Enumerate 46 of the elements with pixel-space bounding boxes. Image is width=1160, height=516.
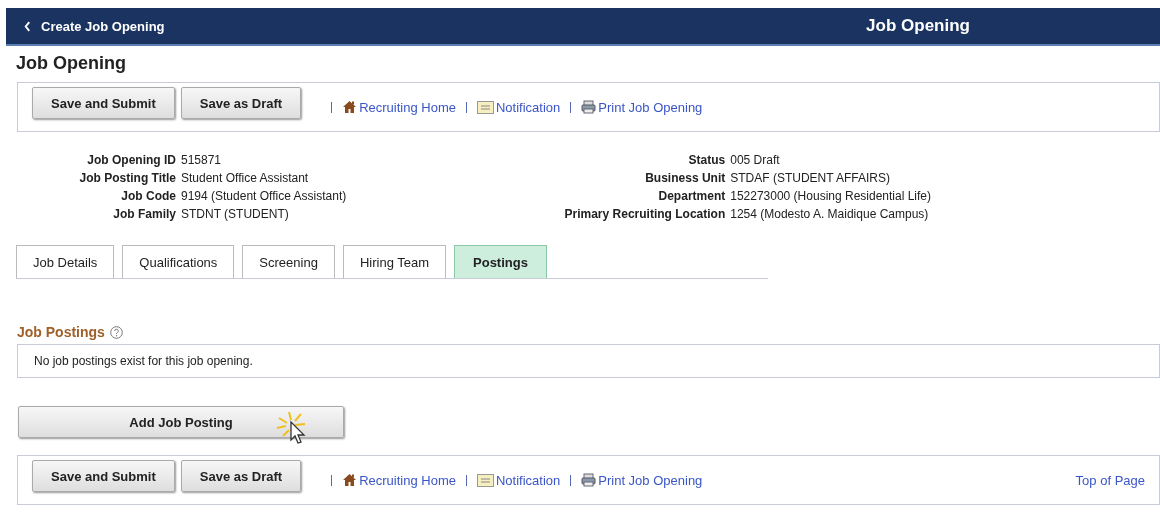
- home-link[interactable]: Recruiting Home: [342, 99, 456, 115]
- save-button[interactable]: Save as Draft: [180, 460, 302, 492]
- field-value: STDNT (STUDENT): [181, 206, 290, 222]
- field-value: 515871: [181, 152, 223, 168]
- save-button[interactable]: Save as Draft: [180, 87, 302, 119]
- section-title: Job Postings: [17, 324, 105, 340]
- tab[interactable]: Hiring Team: [342, 245, 447, 278]
- printer-icon: [581, 473, 597, 487]
- house-icon: [342, 473, 358, 487]
- tab[interactable]: Qualifications: [122, 245, 235, 278]
- field-value: 1254 (Modesto A. Maidique Campus): [730, 206, 930, 222]
- field-label: Primary Recruiting Location: [563, 206, 726, 222]
- print-link[interactable]: Print Job Opening: [581, 472, 703, 488]
- tab[interactable]: Screening: [242, 245, 335, 278]
- header-title: Job Opening: [866, 16, 970, 36]
- notification-link[interactable]: Notification: [476, 99, 561, 115]
- empty-message: No job postings exist for this job opening.: [17, 344, 1160, 378]
- house-icon: [342, 100, 358, 114]
- field-value: 9194 (Student Office Assistant): [181, 188, 347, 204]
- chevron-left-icon: [24, 20, 31, 32]
- field-value: 005 Draft: [730, 152, 781, 168]
- note-icon: [476, 473, 494, 487]
- add-job-posting-button[interactable]: Add Job Posting: [18, 406, 344, 438]
- tab[interactable]: Postings: [454, 245, 547, 278]
- home-link[interactable]: Recruiting Home: [342, 472, 456, 488]
- save-button[interactable]: Save and Submit: [32, 460, 175, 492]
- top-of-page-link[interactable]: Top of Page: [1075, 472, 1145, 488]
- tab[interactable]: Job Details: [16, 245, 115, 278]
- note-icon: [476, 100, 494, 114]
- print-link[interactable]: Print Job Opening: [581, 99, 703, 115]
- notification-link[interactable]: Notification: [476, 472, 561, 488]
- field-value: 152273000 (Housing Residential Life): [730, 188, 932, 204]
- field-label: Job Opening ID: [86, 152, 176, 168]
- printer-icon: [581, 100, 597, 114]
- help-icon[interactable]: [109, 325, 123, 339]
- field-label: Job Code: [120, 188, 176, 204]
- field-label: Business Unit: [644, 170, 726, 186]
- field-label: Status: [687, 152, 726, 168]
- save-button[interactable]: Save and Submit: [32, 87, 175, 119]
- back-link[interactable]: Create Job Opening: [6, 18, 165, 34]
- page-title: Job Opening: [16, 53, 127, 75]
- field-label: Department: [657, 188, 726, 204]
- field-label: Job Posting Title: [78, 170, 176, 186]
- field-value: STDAF (STUDENT AFFAIRS): [730, 170, 891, 186]
- field-value: Student Office Assistant: [181, 170, 310, 186]
- field-label: Job Family: [112, 206, 176, 222]
